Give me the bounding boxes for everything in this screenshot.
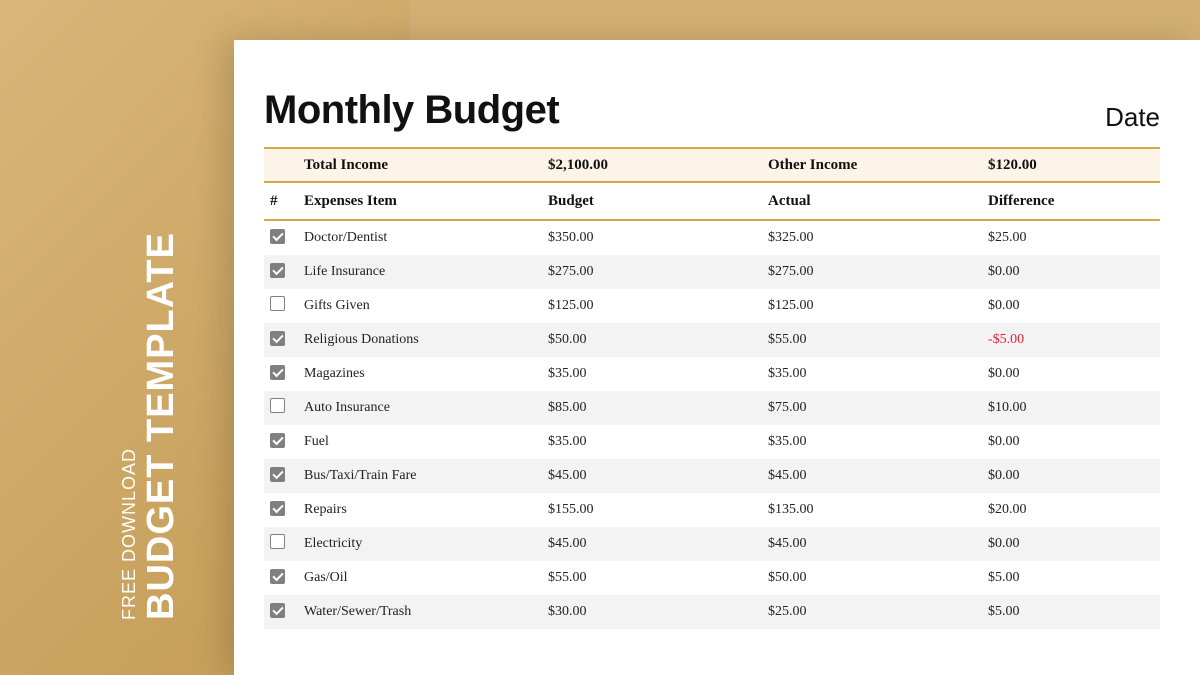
- table-row: Gifts Given$125.00$125.00$0.00: [264, 289, 1160, 323]
- cell-item: Gifts Given: [304, 298, 548, 314]
- cell-difference: $0.00: [988, 468, 1160, 484]
- checkbox-icon[interactable]: [270, 433, 285, 448]
- cell-actual: $25.00: [768, 604, 988, 620]
- table-body: Doctor/Dentist$350.00$325.00$25.00Life I…: [264, 221, 1160, 629]
- checkbox-icon[interactable]: [270, 229, 285, 244]
- cell-item: Religious Donations: [304, 332, 548, 348]
- cell-difference: $25.00: [988, 230, 1160, 246]
- document-header: Monthly Budget Date: [264, 88, 1160, 133]
- cell-actual: $75.00: [768, 400, 988, 416]
- sidebar-caption-line2: BUDGET TEMPLATE: [142, 232, 180, 620]
- checkbox-icon[interactable]: [270, 569, 285, 584]
- total-income-value: $2,100.00: [548, 157, 768, 174]
- cell-item: Fuel: [304, 434, 548, 450]
- checkbox-icon[interactable]: [270, 365, 285, 380]
- col-item: Expenses Item: [304, 193, 548, 210]
- table-row: Repairs$155.00$135.00$20.00: [264, 493, 1160, 527]
- cell-actual: $50.00: [768, 570, 988, 586]
- cell-difference: $0.00: [988, 536, 1160, 552]
- cell-difference: $0.00: [988, 298, 1160, 314]
- cell-item: Water/Sewer/Trash: [304, 604, 548, 620]
- cell-budget: $35.00: [548, 366, 768, 382]
- sidebar-caption: FREE DOWNLOAD BUDGET TEMPLATE: [120, 232, 180, 620]
- cell-item: Magazines: [304, 366, 548, 382]
- cell-budget: $45.00: [548, 468, 768, 484]
- table-row: Water/Sewer/Trash$30.00$25.00$5.00: [264, 595, 1160, 629]
- table-row: Gas/Oil$55.00$50.00$5.00: [264, 561, 1160, 595]
- checkbox-icon[interactable]: [270, 467, 285, 482]
- checkbox-icon[interactable]: [270, 603, 285, 618]
- cell-item: Auto Insurance: [304, 400, 548, 416]
- total-income-label: Total Income: [304, 157, 548, 174]
- cell-difference: $5.00: [988, 604, 1160, 620]
- cell-difference: $0.00: [988, 366, 1160, 382]
- page-title: Monthly Budget: [264, 88, 559, 133]
- cell-item: Gas/Oil: [304, 570, 548, 586]
- income-summary-bar: Total Income $2,100.00 Other Income $120…: [264, 147, 1160, 183]
- cell-item: Doctor/Dentist: [304, 230, 548, 246]
- other-income-label: Other Income: [768, 157, 988, 174]
- cell-item: Repairs: [304, 502, 548, 518]
- document-sheet: Monthly Budget Date Total Income $2,100.…: [234, 40, 1200, 675]
- col-actual: Actual: [768, 193, 988, 210]
- table-row: Doctor/Dentist$350.00$325.00$25.00: [264, 221, 1160, 255]
- cell-actual: $35.00: [768, 434, 988, 450]
- table-row: Religious Donations$50.00$55.00-$5.00: [264, 323, 1160, 357]
- cell-budget: $50.00: [548, 332, 768, 348]
- table-row: Electricity$45.00$45.00$0.00: [264, 527, 1160, 561]
- cell-actual: $325.00: [768, 230, 988, 246]
- date-label: Date: [1105, 102, 1160, 133]
- checkbox-icon[interactable]: [270, 501, 285, 516]
- checkbox-icon[interactable]: [270, 398, 285, 413]
- cell-budget: $350.00: [548, 230, 768, 246]
- table-row: Life Insurance$275.00$275.00$0.00: [264, 255, 1160, 289]
- cell-item: Bus/Taxi/Train Fare: [304, 468, 548, 484]
- cell-budget: $35.00: [548, 434, 768, 450]
- cell-actual: $35.00: [768, 366, 988, 382]
- col-difference: Difference: [988, 193, 1160, 210]
- cell-difference: $20.00: [988, 502, 1160, 518]
- cell-difference: $0.00: [988, 434, 1160, 450]
- cell-item: Life Insurance: [304, 264, 548, 280]
- cell-difference: $5.00: [988, 570, 1160, 586]
- cell-item: Electricity: [304, 536, 548, 552]
- table-row: Auto Insurance$85.00$75.00$10.00: [264, 391, 1160, 425]
- cell-actual: $55.00: [768, 332, 988, 348]
- cell-difference: $0.00: [988, 264, 1160, 280]
- cell-budget: $275.00: [548, 264, 768, 280]
- cell-difference: $10.00: [988, 400, 1160, 416]
- cell-budget: $155.00: [548, 502, 768, 518]
- cell-actual: $275.00: [768, 264, 988, 280]
- cell-budget: $85.00: [548, 400, 768, 416]
- cell-actual: $135.00: [768, 502, 988, 518]
- cell-actual: $125.00: [768, 298, 988, 314]
- cell-actual: $45.00: [768, 536, 988, 552]
- table-header-row: # Expenses Item Budget Actual Difference: [264, 183, 1160, 221]
- other-income-value: $120.00: [988, 157, 1160, 174]
- table-row: Fuel$35.00$35.00$0.00: [264, 425, 1160, 459]
- cell-budget: $30.00: [548, 604, 768, 620]
- table-row: Bus/Taxi/Train Fare$45.00$45.00$0.00: [264, 459, 1160, 493]
- col-budget: Budget: [548, 193, 768, 210]
- table-row: Magazines$35.00$35.00$0.00: [264, 357, 1160, 391]
- cell-difference: -$5.00: [988, 332, 1160, 348]
- cell-budget: $125.00: [548, 298, 768, 314]
- checkbox-icon[interactable]: [270, 296, 285, 311]
- cell-actual: $45.00: [768, 468, 988, 484]
- sidebar-caption-line1: FREE DOWNLOAD: [120, 232, 138, 620]
- cell-budget: $45.00: [548, 536, 768, 552]
- background-accent: [410, 0, 1200, 40]
- checkbox-icon[interactable]: [270, 263, 285, 278]
- col-hash: #: [264, 193, 304, 210]
- checkbox-icon[interactable]: [270, 534, 285, 549]
- cell-budget: $55.00: [548, 570, 768, 586]
- checkbox-icon[interactable]: [270, 331, 285, 346]
